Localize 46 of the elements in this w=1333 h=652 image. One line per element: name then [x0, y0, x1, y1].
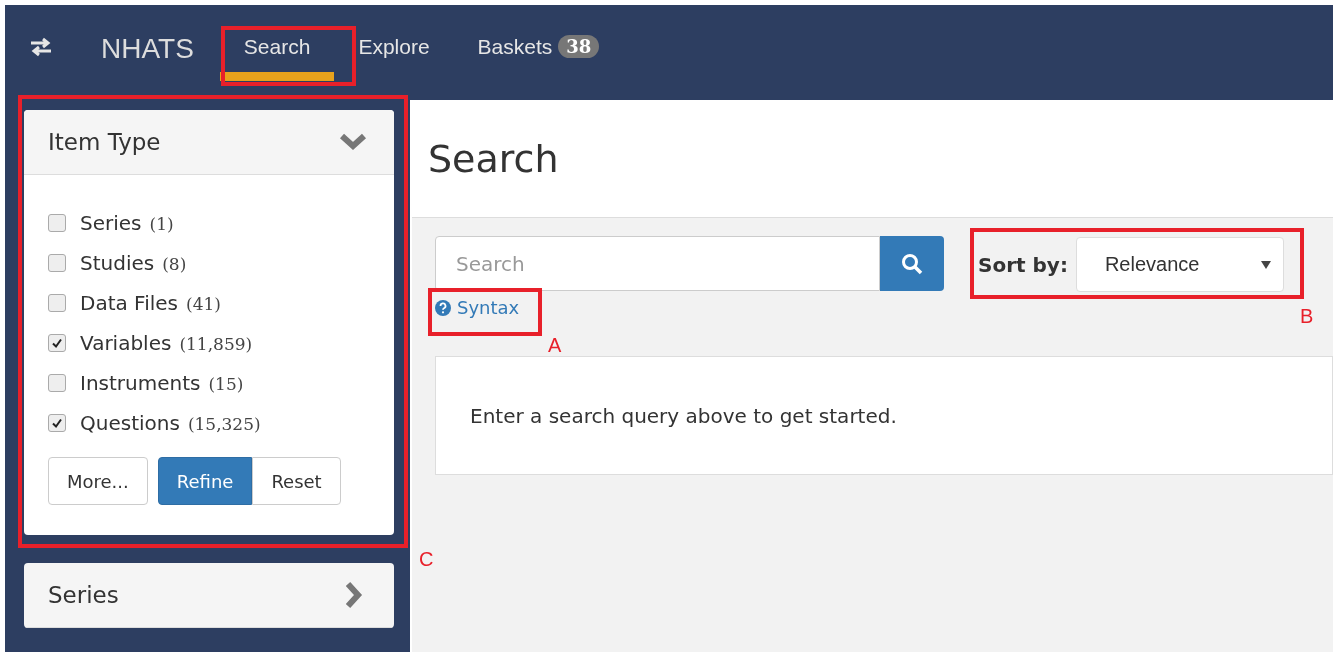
annotation-letter: C [419, 548, 434, 571]
checkbox[interactable] [48, 334, 66, 352]
nav-tab[interactable]: Search [219, 33, 335, 81]
option-label: Instruments (15) [80, 371, 244, 395]
checkbox[interactable] [48, 214, 66, 232]
panel-title: Series [48, 582, 119, 608]
filter-option[interactable]: Series (1) [48, 211, 370, 235]
checkmark-icon [51, 417, 63, 429]
swap-arrows-icon[interactable] [29, 37, 53, 57]
sort-dropdown[interactable]: Relevance [1075, 237, 1284, 292]
brand-name[interactable]: NHATS [101, 33, 194, 65]
option-label: Variables (11,859) [80, 331, 253, 355]
empty-message: Enter a search query above to get started. [470, 403, 897, 428]
syntax-link[interactable]: Syntax [435, 297, 520, 318]
nav-tab[interactable]: Explore [334, 33, 454, 81]
sort-label: Sort by: [978, 252, 1068, 277]
option-label: Series (1) [80, 211, 174, 235]
annotation-letter: B [1300, 305, 1314, 328]
panel-header[interactable]: Series [24, 563, 394, 628]
filter-option[interactable]: Studies (8) [48, 251, 370, 275]
filter-option[interactable]: Questions (15,325) [48, 411, 370, 435]
nav-tab[interactable]: Baskets 38 [453, 33, 624, 81]
option-label: Data Files (41) [80, 291, 221, 315]
help-icon [435, 299, 451, 316]
option-label: Questions (15,325) [80, 411, 261, 435]
checkbox[interactable] [48, 374, 66, 392]
panel-button[interactable]: Reset [252, 457, 341, 505]
caret-icon [1260, 260, 1271, 269]
search-field[interactable]: Search [435, 236, 880, 291]
search-icon [901, 252, 923, 275]
panel-button[interactable]: Refine [157, 457, 253, 505]
filter-option[interactable]: Data Files (41) [48, 291, 370, 315]
search-button[interactable] [880, 236, 944, 291]
checkbox[interactable] [48, 254, 66, 272]
panel-header[interactable]: Item Type [24, 110, 394, 175]
page-title: Search [428, 136, 559, 181]
filter-option[interactable]: Instruments (15) [48, 371, 370, 395]
option-label: Studies (8) [80, 251, 187, 275]
annotation-letter: A [548, 334, 562, 357]
panel-button[interactable]: More... [48, 457, 148, 505]
checkbox[interactable] [48, 294, 66, 312]
count-badge: 38 [558, 35, 600, 58]
filter-option[interactable]: Variables (11,859) [48, 331, 370, 355]
panel-title: Item Type [48, 129, 161, 155]
checkmark-icon [51, 337, 63, 349]
checkbox[interactable] [48, 414, 66, 432]
